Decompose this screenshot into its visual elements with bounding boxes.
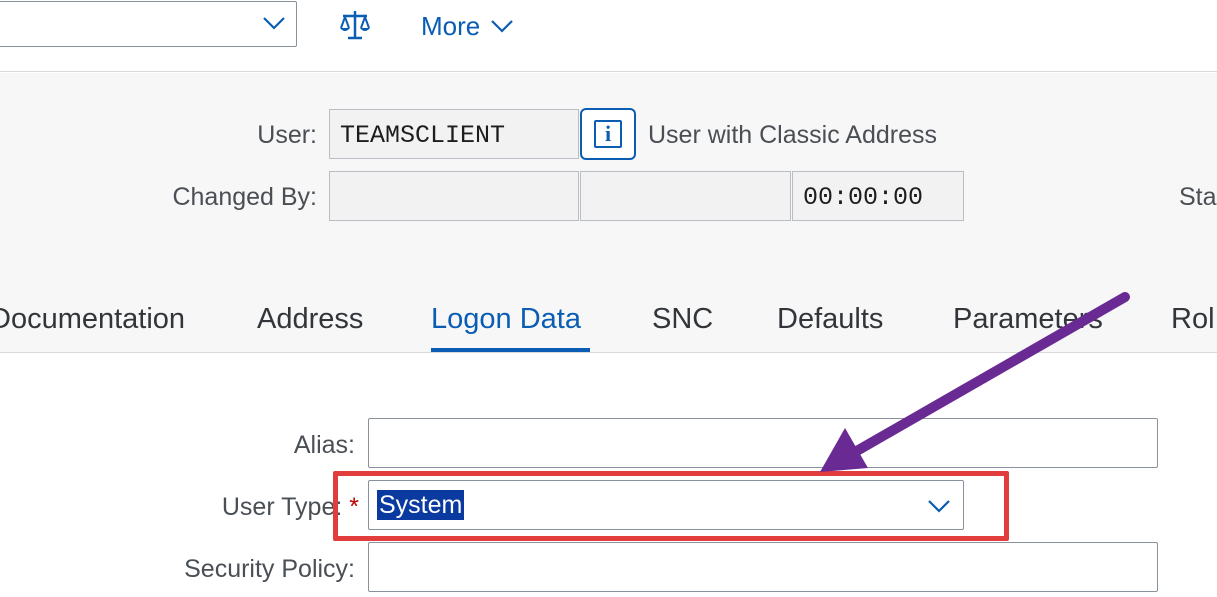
tab-defaults[interactable]: Defaults	[777, 303, 883, 336]
tab-snc[interactable]: SNC	[652, 303, 713, 336]
user-type-label-text: User Type:	[221, 493, 343, 521]
changed-date-field[interactable]	[580, 171, 791, 221]
toolbar-dropdown[interactable]	[0, 1, 297, 47]
alias-label: Alias:	[293, 431, 355, 459]
user-description: User with Classic Address	[648, 121, 937, 149]
tab-roles[interactable]: Rol	[1171, 303, 1215, 336]
chevron-down-icon	[928, 500, 950, 513]
security-policy-input[interactable]	[368, 542, 1158, 592]
security-policy-label: Security Policy:	[184, 555, 355, 583]
tab-logon-data[interactable]: Logon Data	[431, 303, 581, 336]
more-label: More	[421, 10, 481, 41]
changed-by-field[interactable]	[329, 171, 579, 221]
object-header: User: TEAMSCLIENT i User with Classic Ad…	[0, 73, 1217, 353]
tab-parameters[interactable]: Parameters	[953, 303, 1103, 336]
changed-by-label: Changed By:	[172, 183, 317, 211]
logon-data-form: Alias: User Type: * System Security Poli…	[0, 354, 1217, 597]
more-button[interactable]: More	[421, 10, 514, 42]
chevron-down-icon	[263, 17, 285, 30]
active-tab-indicator	[431, 348, 590, 352]
changed-time-field[interactable]: 00:00:00	[792, 171, 964, 221]
user-type-label: User Type: *	[222, 493, 359, 522]
user-field[interactable]: TEAMSCLIENT	[329, 109, 579, 159]
status-label: Sta	[1179, 183, 1217, 211]
alias-input[interactable]	[368, 418, 1158, 468]
tab-address[interactable]: Address	[257, 303, 363, 336]
required-indicator: *	[349, 493, 359, 521]
tab-documentation[interactable]: Documentation	[0, 303, 185, 336]
user-type-select[interactable]: System	[368, 480, 964, 530]
user-label: User:	[257, 121, 317, 149]
scale-icon[interactable]	[338, 8, 372, 42]
info-icon: i	[594, 120, 622, 148]
toolbar: More	[0, 0, 1217, 72]
info-button[interactable]: i	[580, 108, 636, 160]
chevron-down-icon	[491, 20, 514, 33]
user-type-value: System	[377, 490, 465, 520]
